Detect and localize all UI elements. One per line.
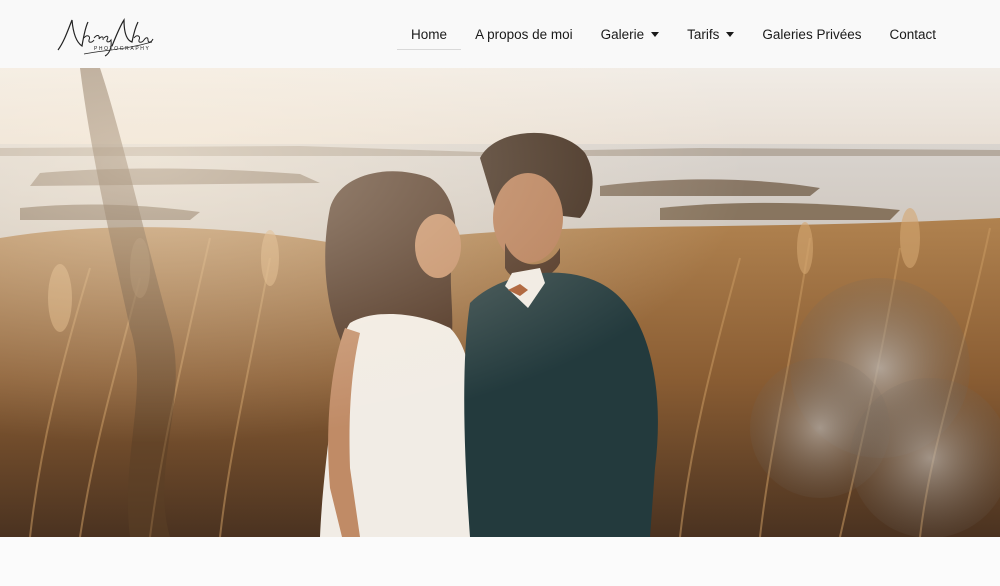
nav-item-label: Galeries Privées: [762, 26, 862, 42]
hero-slider[interactable]: [0, 68, 1000, 537]
main-navigation: Home A propos de moi Galerie Tarifs Gale…: [397, 0, 950, 68]
nav-item-label: Home: [411, 26, 448, 42]
site-logo[interactable]: PHOTOGRAPHY: [54, 12, 158, 60]
caret-down-icon: [651, 31, 660, 37]
content-area: [0, 537, 1000, 586]
nav-item-a-propos[interactable]: A propos de moi: [461, 0, 587, 68]
logo-subtitle: PHOTOGRAPHY: [94, 46, 151, 52]
nav-item-contact[interactable]: Contact: [875, 0, 950, 68]
nav-item-label: A propos de moi: [475, 26, 573, 42]
nav-item-label: Galerie: [600, 26, 645, 42]
site-header: PHOTOGRAPHY Home A propos de moi Galerie…: [0, 0, 1000, 68]
hero-image: [0, 68, 1000, 537]
caret-down-icon: [726, 31, 735, 37]
nav-item-galeries-privees[interactable]: Galeries Privées: [748, 0, 875, 68]
nav-item-tarifs[interactable]: Tarifs: [673, 0, 748, 68]
nav-item-label: Tarifs: [687, 26, 720, 42]
nav-item-galerie[interactable]: Galerie: [587, 0, 674, 68]
nav-item-label: Contact: [889, 26, 936, 42]
logo-script-mark: [57, 18, 154, 57]
nav-item-home[interactable]: Home: [397, 0, 462, 68]
